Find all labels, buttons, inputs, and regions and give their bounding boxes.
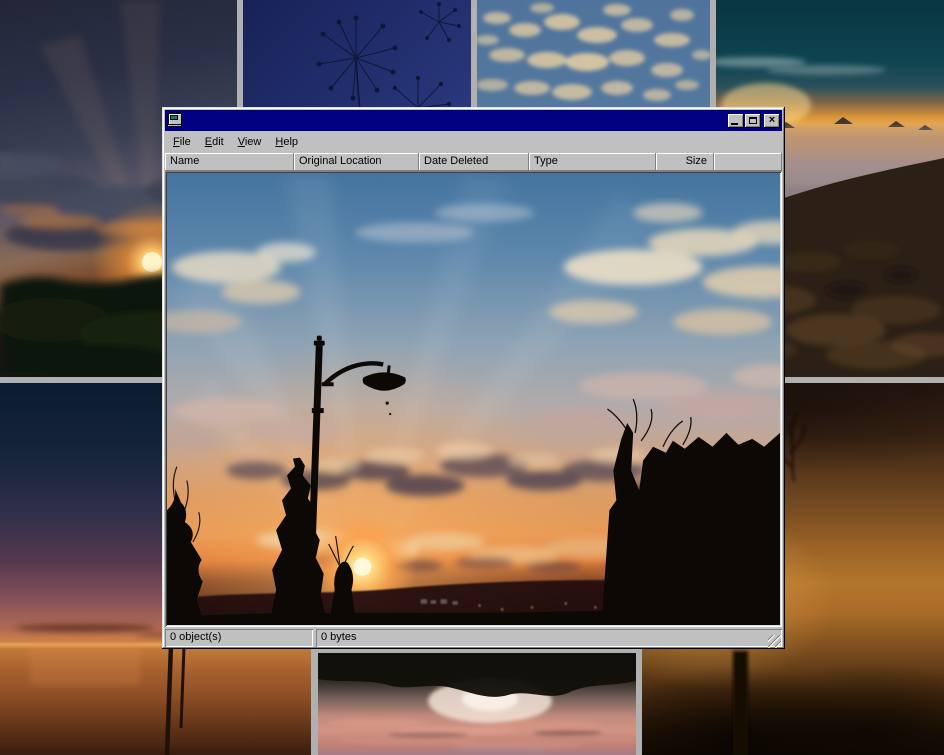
recycle-bin-window: × File Edit View Help Name Original Loca… xyxy=(162,107,785,649)
column-header-type[interactable]: Type xyxy=(529,153,656,171)
menu-edit[interactable]: Edit xyxy=(198,134,231,151)
maximize-button[interactable] xyxy=(745,114,761,128)
sunset-lamp-photo xyxy=(167,173,780,625)
minimize-icon xyxy=(731,123,738,125)
titlebar-buttons: × xyxy=(727,114,780,128)
minimize-button[interactable] xyxy=(728,114,744,128)
column-header-name[interactable]: Name xyxy=(165,153,294,171)
resize-grip[interactable] xyxy=(768,635,781,648)
menu-help[interactable]: Help xyxy=(268,134,305,151)
close-icon: × xyxy=(769,115,775,126)
status-bytes: 0 bytes xyxy=(316,629,782,647)
column-header-original-location[interactable]: Original Location xyxy=(294,153,419,171)
water-reflection-art xyxy=(318,653,636,755)
maximize-icon xyxy=(749,117,757,124)
menu-bar: File Edit View Help xyxy=(165,131,782,153)
column-header-filler xyxy=(714,153,782,171)
computer-icon xyxy=(167,113,183,128)
column-header-date-deleted[interactable]: Date Deleted xyxy=(419,153,529,171)
close-button[interactable]: × xyxy=(764,114,780,128)
menu-file[interactable]: File xyxy=(166,134,198,151)
desktop: × File Edit View Help Name Original Loca… xyxy=(0,0,944,755)
titlebar[interactable]: × xyxy=(165,110,782,131)
column-headers: Name Original Location Date Deleted Type… xyxy=(165,153,782,171)
file-list-area[interactable] xyxy=(165,171,782,627)
status-objects: 0 object(s) xyxy=(165,629,313,647)
column-header-size[interactable]: Size xyxy=(656,153,714,171)
status-bar: 0 object(s) 0 bytes xyxy=(165,627,782,649)
collage-photo-water-reflection xyxy=(318,653,636,755)
menu-view[interactable]: View xyxy=(231,134,269,151)
